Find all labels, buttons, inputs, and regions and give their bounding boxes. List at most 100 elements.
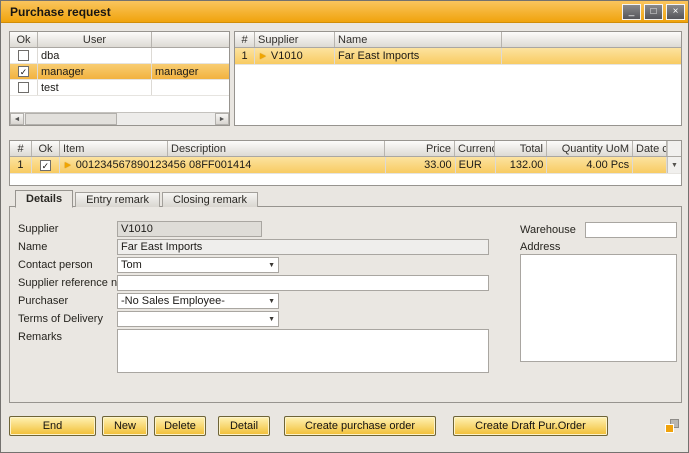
user-extra <box>152 48 229 63</box>
items-col-item: Item <box>60 141 168 156</box>
title-bar[interactable]: Purchase request _ □ × <box>1 1 688 23</box>
chevron-down-icon: ▼ <box>268 262 275 269</box>
scrollbar-track[interactable] <box>118 113 215 125</box>
table-row-user-dba[interactable]: dba <box>10 48 229 64</box>
user-extra: manager <box>152 64 229 79</box>
remarks-textarea[interactable] <box>117 329 489 373</box>
items-header-row: # Ok Item Description Price Currenc Tota… <box>10 141 681 157</box>
supplier-name: Far East Imports <box>335 48 502 64</box>
user-name: test <box>38 80 152 95</box>
items-scrollbar-top <box>667 141 681 156</box>
address-label: Address <box>520 241 560 253</box>
grip-square-orange <box>665 424 674 433</box>
layout-grip-icon[interactable] <box>665 419 679 433</box>
users-col-ok: Ok <box>10 32 38 47</box>
items-col-date: Date c <box>633 141 667 156</box>
items-col-description: Description <box>168 141 385 156</box>
terms-of-delivery-label: Terms of Delivery <box>18 313 117 325</box>
delete-button[interactable]: Delete <box>154 416 206 436</box>
suppliers-col-supplier: Supplier <box>255 32 335 47</box>
table-row-user-test[interactable]: test <box>10 80 229 96</box>
minimize-button[interactable]: _ <box>622 4 641 20</box>
contact-person-value: Tom <box>121 259 142 271</box>
items-col-quantity-uom: Quantity UoM <box>547 141 633 156</box>
create-draft-purchase-order-button[interactable]: Create Draft Pur.Order <box>453 416 608 436</box>
users-header-row: Ok User <box>10 32 229 48</box>
item-code-description: 001234567890123456 08FF001414 <box>76 159 252 171</box>
contact-person-dropdown[interactable]: Tom ▼ <box>117 257 279 273</box>
detail-button[interactable]: Detail <box>218 416 270 436</box>
link-arrow-icon[interactable]: ► <box>258 51 268 62</box>
items-col-currency: Currenc <box>455 141 495 156</box>
item-row-num: 1 <box>10 157 32 173</box>
item-total: 132.00 <box>496 157 548 173</box>
details-form-panel: Supplier V1010 Name Far East Imports Con… <box>9 206 682 403</box>
user-test-checkbox[interactable] <box>18 82 29 93</box>
tab-bar: Details Entry remark Closing remark <box>15 190 260 207</box>
button-bar: End New Delete Detail Create purchase or… <box>9 416 608 436</box>
item-quantity: 4.00 Pcs <box>547 157 633 173</box>
supplier-reference-label: Supplier reference nu <box>18 277 117 289</box>
users-col-blank <box>152 32 229 47</box>
maximize-button[interactable]: □ <box>644 4 663 20</box>
suppliers-header-row: # Supplier Name <box>235 32 681 48</box>
scrollbar-thumb[interactable] <box>25 113 117 125</box>
user-extra <box>152 80 229 95</box>
table-row-user-manager[interactable]: ✓ manager manager <box>10 64 229 80</box>
purchaser-label: Purchaser <box>18 295 117 307</box>
scroll-left-icon[interactable]: ◄ <box>10 113 24 125</box>
link-arrow-icon[interactable]: ► <box>63 160 73 171</box>
suppliers-col-name: Name <box>335 32 502 47</box>
close-button[interactable]: × <box>666 4 685 20</box>
purchase-request-window: Purchase request _ □ × Ok User dba ✓ man… <box>0 0 689 453</box>
purchaser-value: -No Sales Employee- <box>121 295 225 307</box>
item-date <box>633 157 667 173</box>
supplier-reference-input[interactable] <box>117 275 489 291</box>
tab-details[interactable]: Details <box>15 190 73 208</box>
item-price: 33.00 <box>386 157 456 173</box>
tab-closing-remark[interactable]: Closing remark <box>162 192 258 207</box>
supplier-row-blank <box>502 48 681 64</box>
remarks-label: Remarks <box>18 329 117 345</box>
chevron-down-icon: ▼ <box>268 298 275 305</box>
terms-of-delivery-dropdown[interactable]: ▼ <box>117 311 279 327</box>
suppliers-col-blank <box>502 32 681 47</box>
address-textarea[interactable] <box>520 254 677 362</box>
end-button[interactable]: End <box>9 416 96 436</box>
supplier-row-num: 1 <box>235 48 255 64</box>
window-title: Purchase request <box>10 5 619 19</box>
suppliers-col-num: # <box>235 32 255 47</box>
chevron-down-icon: ▼ <box>268 316 275 323</box>
create-purchase-order-button[interactable]: Create purchase order <box>284 416 436 436</box>
user-name: dba <box>38 48 152 63</box>
item-currency: EUR <box>456 157 496 173</box>
users-panel: Ok User dba ✓ manager manager test ◄ ► <box>9 31 230 126</box>
users-horizontal-scrollbar[interactable]: ◄ ► <box>10 112 229 125</box>
tab-entry-remark[interactable]: Entry remark <box>75 192 160 207</box>
items-col-total: Total <box>495 141 547 156</box>
items-col-num: # <box>10 141 32 156</box>
user-dba-checkbox[interactable] <box>18 50 29 61</box>
users-col-user: User <box>38 32 152 47</box>
table-row-item-1[interactable]: 1 ✓ ► 001234567890123456 08FF001414 33.0… <box>10 157 681 174</box>
suppliers-panel: # Supplier Name 1 ► V1010 Far East Impor… <box>234 31 682 126</box>
supplier-field: V1010 <box>117 221 262 237</box>
name-field: Far East Imports <box>117 239 489 255</box>
items-col-ok: Ok <box>32 141 60 156</box>
table-row-supplier-1[interactable]: 1 ► V1010 Far East Imports <box>235 48 681 65</box>
warehouse-label: Warehouse <box>520 224 585 236</box>
items-col-price: Price <box>385 141 455 156</box>
purchaser-dropdown[interactable]: -No Sales Employee- ▼ <box>117 293 279 309</box>
item-ok-checkbox[interactable]: ✓ <box>40 160 51 171</box>
scroll-down-icon[interactable]: ▼ <box>667 157 681 173</box>
items-table: # Ok Item Description Price Currenc Tota… <box>9 140 682 186</box>
supplier-code: V1010 <box>271 50 303 62</box>
scroll-right-icon[interactable]: ► <box>215 113 229 125</box>
name-label: Name <box>18 241 117 253</box>
new-button[interactable]: New <box>102 416 148 436</box>
user-name: manager <box>38 64 152 79</box>
user-manager-checkbox[interactable]: ✓ <box>18 66 29 77</box>
warehouse-input[interactable] <box>585 222 677 238</box>
contact-person-label: Contact person <box>18 259 117 271</box>
supplier-label: Supplier <box>18 223 117 235</box>
